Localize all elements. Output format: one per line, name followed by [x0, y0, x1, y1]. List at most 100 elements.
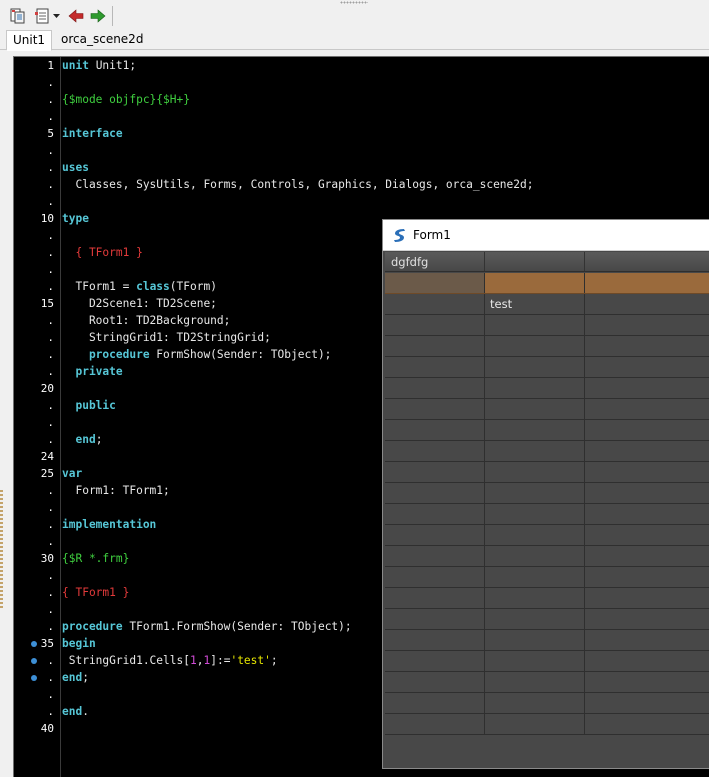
grid-cell[interactable]	[485, 441, 585, 461]
grid-cell[interactable]	[385, 483, 485, 503]
dock-splitter-handle[interactable]	[0, 490, 3, 610]
grid-column-header[interactable]	[585, 252, 709, 272]
table-row[interactable]	[385, 672, 709, 693]
grid-cell[interactable]	[585, 483, 709, 503]
grid-cell[interactable]	[385, 609, 485, 629]
toggle-form-unit-icon[interactable]	[9, 7, 27, 25]
table-row[interactable]	[385, 378, 709, 399]
grid-cell[interactable]	[485, 273, 585, 293]
grid-cell[interactable]	[585, 294, 709, 314]
code-line[interactable]: TForm1 = class(TForm)	[62, 278, 216, 295]
code-line[interactable]: public	[62, 397, 115, 414]
code-line[interactable]: uses	[62, 159, 89, 176]
table-row[interactable]	[385, 315, 709, 336]
code-line[interactable]: var	[62, 465, 82, 482]
code-line[interactable]: end;	[62, 431, 102, 448]
grid-cell[interactable]	[485, 714, 585, 734]
grid-cell[interactable]	[385, 525, 485, 545]
code-line[interactable]: StringGrid1: TD2StringGrid;	[62, 329, 271, 346]
grid-cell[interactable]	[485, 378, 585, 398]
grid-cell[interactable]	[585, 630, 709, 650]
grid-cell[interactable]	[585, 588, 709, 608]
grid-cell[interactable]: test	[485, 294, 585, 314]
grid-cell[interactable]	[385, 546, 485, 566]
code-line[interactable]: { TForm1 }	[62, 584, 129, 601]
code-line[interactable]: interface	[62, 125, 123, 142]
grid-cell[interactable]	[585, 693, 709, 713]
table-row[interactable]	[385, 714, 709, 735]
table-row[interactable]	[385, 567, 709, 588]
breakpoint-marker-icon[interactable]	[31, 658, 37, 664]
grid-column-header[interactable]: dgfdfg	[385, 252, 485, 272]
grid-column-header[interactable]	[485, 252, 585, 272]
grid-cell[interactable]	[485, 462, 585, 482]
code-line[interactable]: type	[62, 210, 89, 227]
code-line[interactable]: Form1: TForm1;	[62, 482, 169, 499]
grid-cell[interactable]	[585, 441, 709, 461]
grid-cell[interactable]	[485, 420, 585, 440]
grid-cell[interactable]	[385, 462, 485, 482]
grid-cell[interactable]	[385, 273, 485, 293]
code-line[interactable]: StringGrid1.Cells[1,1]:='test';	[62, 652, 278, 669]
table-row[interactable]	[385, 546, 709, 567]
grid-cell[interactable]	[385, 588, 485, 608]
code-line[interactable]: procedure TForm1.FormShow(Sender: TObjec…	[62, 618, 352, 635]
grid-cell[interactable]	[485, 609, 585, 629]
table-row[interactable]	[385, 630, 709, 651]
grid-cell[interactable]	[485, 546, 585, 566]
table-row[interactable]	[385, 399, 709, 420]
grid-cell[interactable]	[585, 609, 709, 629]
grid-cell[interactable]	[485, 693, 585, 713]
table-row[interactable]	[385, 525, 709, 546]
form1-titlebar[interactable]: Form1	[383, 220, 709, 251]
view-units-icon[interactable]	[34, 7, 52, 25]
table-row[interactable]	[385, 483, 709, 504]
code-line[interactable]: {$mode objfpc}{$H+}	[62, 91, 190, 108]
grid-cell[interactable]	[585, 420, 709, 440]
grid-cell[interactable]	[585, 672, 709, 692]
grid-cell[interactable]	[385, 651, 485, 671]
code-line[interactable]: Root1: TD2Background;	[62, 312, 230, 329]
grid-cell[interactable]	[585, 399, 709, 419]
table-row[interactable]	[385, 693, 709, 714]
grid-cell[interactable]	[485, 357, 585, 377]
grid-cell[interactable]	[385, 504, 485, 524]
grid-cell[interactable]	[485, 336, 585, 356]
table-row[interactable]: test	[385, 294, 709, 315]
toolbar-grip[interactable]	[340, 1, 368, 4]
grid-cell[interactable]	[385, 441, 485, 461]
grid-cell[interactable]	[585, 378, 709, 398]
table-row[interactable]	[385, 462, 709, 483]
grid-cell[interactable]	[485, 525, 585, 545]
grid-cell[interactable]	[385, 399, 485, 419]
code-line[interactable]: {$R *.frm}	[62, 550, 129, 567]
grid-cell[interactable]	[585, 714, 709, 734]
jump-back-icon[interactable]	[67, 7, 85, 25]
code-line[interactable]: end.	[62, 703, 89, 720]
code-line[interactable]: D2Scene1: TD2Scene;	[62, 295, 217, 312]
grid-cell[interactable]	[585, 462, 709, 482]
grid-cell[interactable]	[485, 588, 585, 608]
code-line[interactable]: begin	[62, 635, 96, 652]
code-line[interactable]: Classes, SysUtils, Forms, Controls, Grap…	[62, 176, 533, 193]
grid-cell[interactable]	[385, 672, 485, 692]
grid-cell[interactable]	[485, 630, 585, 650]
grid-cell[interactable]	[385, 336, 485, 356]
grid-cell[interactable]	[485, 483, 585, 503]
grid-cell[interactable]	[585, 273, 709, 293]
table-row[interactable]	[385, 336, 709, 357]
table-row[interactable]	[385, 609, 709, 630]
grid-cell[interactable]	[585, 546, 709, 566]
form1-window[interactable]: Form1 dgfdfg test	[382, 219, 709, 769]
dropdown-arrow-icon[interactable]	[52, 7, 62, 25]
grid-cell[interactable]	[485, 315, 585, 335]
grid-cell[interactable]	[485, 567, 585, 587]
grid-cell[interactable]	[585, 336, 709, 356]
grid-cell[interactable]	[385, 315, 485, 335]
code-line[interactable]: procedure FormShow(Sender: TObject);	[62, 346, 331, 363]
line-number-gutter[interactable]: 1... 5.... 10.... 15.... 20... 24 25.... 30....…	[14, 57, 60, 777]
code-line[interactable]: end;	[62, 669, 89, 686]
grid-cell[interactable]	[485, 504, 585, 524]
code-line[interactable]: unit Unit1;	[62, 57, 136, 74]
grid-cell[interactable]	[585, 504, 709, 524]
